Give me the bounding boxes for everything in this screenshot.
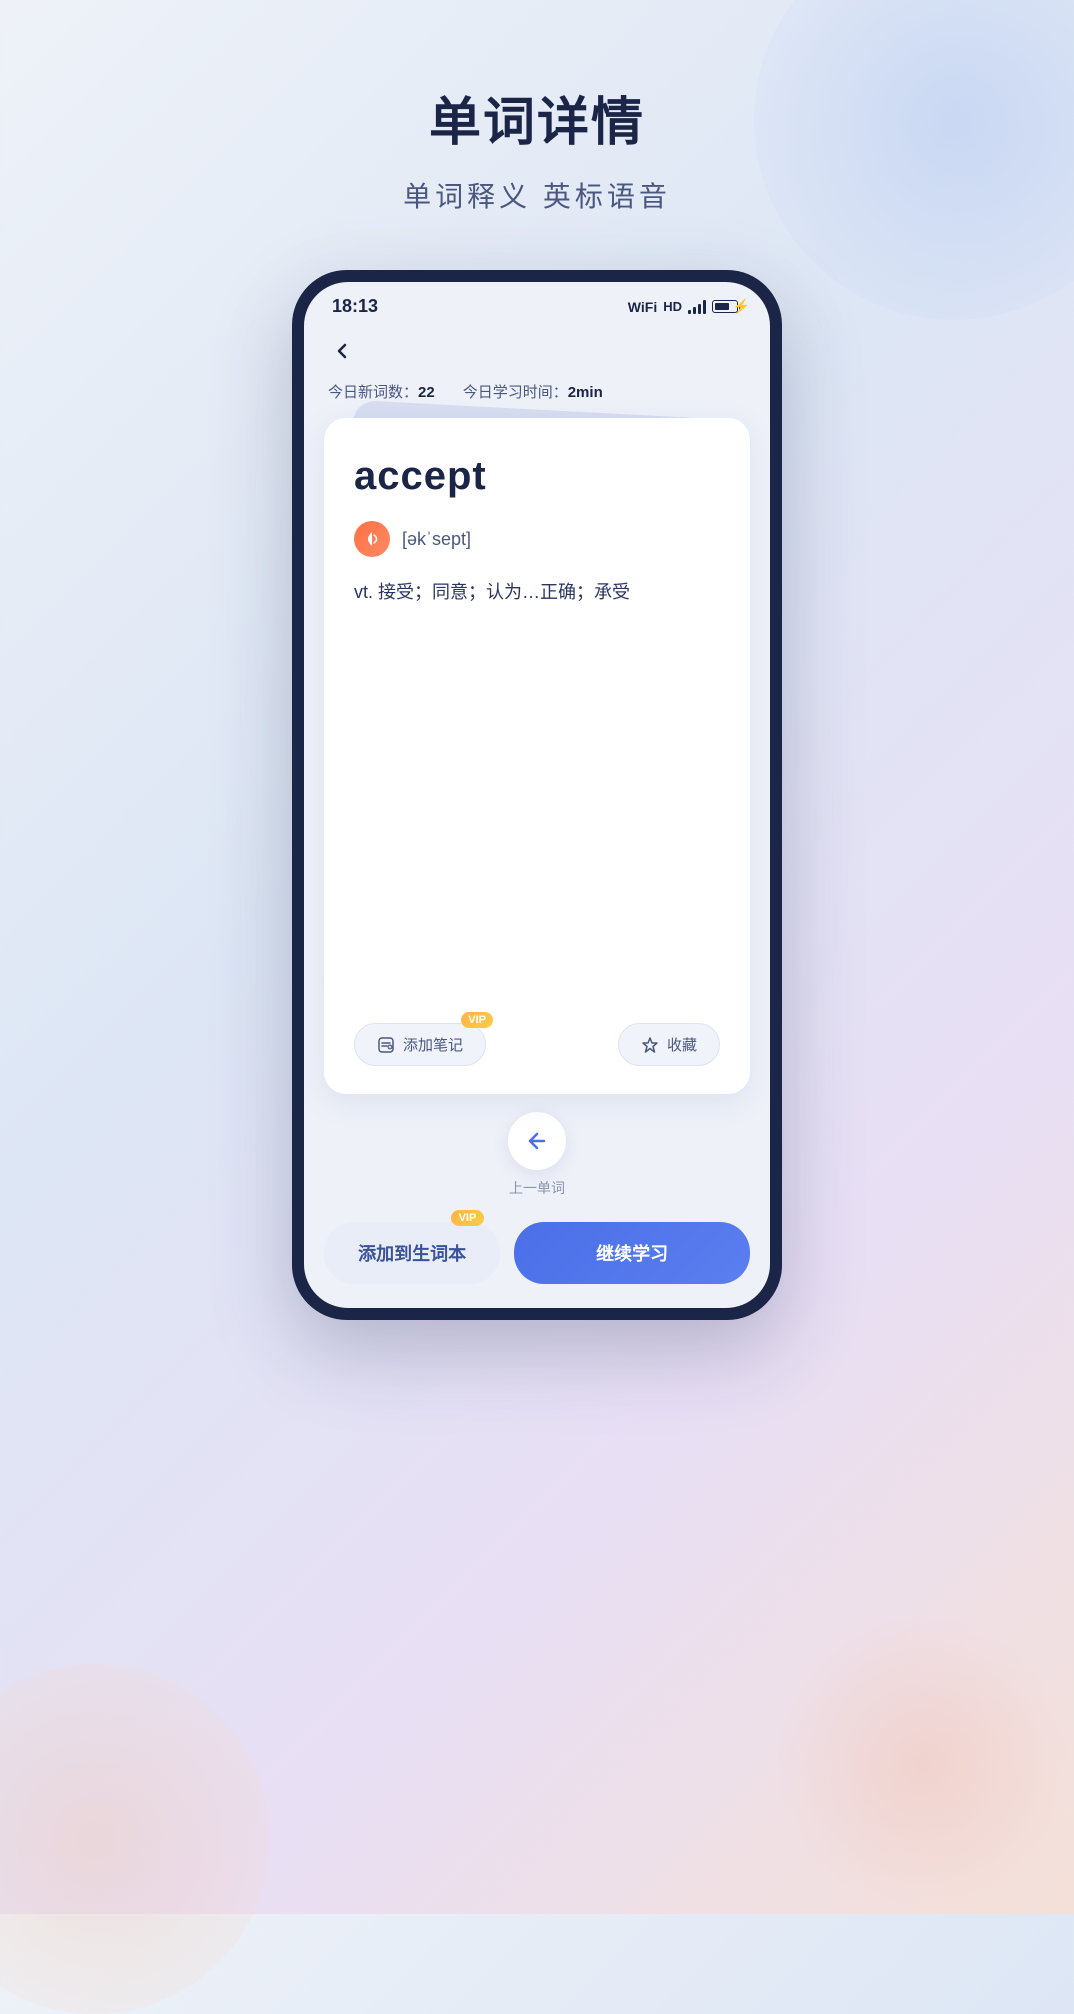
battery-bolt-icon: ⚡	[733, 298, 750, 315]
note-vip-badge: VIP	[461, 1012, 493, 1028]
vocabulary-vip-badge: VIP	[451, 1210, 485, 1226]
sound-button[interactable]	[354, 521, 390, 557]
page-subtitle: 单词释义 英标语音	[0, 175, 1074, 215]
word-definition: vt. 接受；同意；认为…正确；承受	[354, 577, 720, 608]
study-time-stat: 今日学习时间：2min	[463, 381, 603, 402]
add-vocabulary-button[interactable]: VIP 添加到生词本	[324, 1222, 500, 1284]
status-bar: 18:13 WiFi HD ⚡	[304, 282, 770, 325]
study-time-label: 今日学习时间：	[463, 384, 568, 401]
collect-button[interactable]: 收藏	[618, 1023, 720, 1066]
phone-mockup: 18:13 WiFi HD ⚡	[292, 270, 782, 1320]
new-words-value: 22	[418, 384, 435, 401]
wifi-icon: WiFi	[628, 299, 657, 315]
hd-label: HD	[663, 299, 682, 314]
battery-icon: ⚡	[712, 300, 742, 313]
status-icons: WiFi HD ⚡	[628, 299, 742, 315]
phonetic-text: [əkˈsept]	[402, 529, 471, 550]
add-note-button[interactable]: 添加笔记 VIP	[354, 1023, 486, 1066]
back-button[interactable]	[324, 333, 360, 369]
study-time-value: 2min	[568, 384, 603, 401]
card-footer: 添加笔记 VIP 收藏	[354, 1003, 720, 1066]
collect-label: 收藏	[667, 1034, 697, 1055]
add-note-label: 添加笔记	[403, 1034, 463, 1055]
back-button-row	[304, 325, 770, 373]
continue-button[interactable]: 继续学习	[514, 1222, 750, 1284]
phone-screen: 18:13 WiFi HD ⚡	[304, 282, 770, 1308]
new-words-label: 今日新词数：	[328, 384, 418, 401]
bottom-buttons: VIP 添加到生词本 继续学习	[304, 1210, 770, 1308]
nav-area: 上一单词	[304, 1094, 770, 1210]
word-card: accept [əkˈsept] vt. 接受；同意；认为…正确；承受	[324, 418, 750, 1094]
prev-word-button[interactable]	[508, 1112, 566, 1170]
bg-decoration-bottom-right	[774, 1614, 1074, 1914]
new-words-stat: 今日新词数：22	[328, 381, 435, 402]
page-header: 单词详情 单词释义 英标语音	[0, 0, 1074, 215]
bg-decoration-bottom-left	[0, 1664, 270, 2014]
card-area: accept [əkˈsept] vt. 接受；同意；认为…正确；承受	[304, 418, 770, 1094]
add-vocabulary-label: 添加到生词本	[358, 1244, 466, 1264]
continue-label: 继续学习	[596, 1244, 668, 1264]
prev-word-label: 上一单词	[509, 1178, 565, 1198]
status-time: 18:13	[332, 296, 378, 317]
signal-icon	[688, 300, 706, 314]
word-english: accept	[354, 454, 720, 499]
phonetic-row: [əkˈsept]	[354, 521, 720, 557]
page-title: 单词详情	[0, 80, 1074, 155]
